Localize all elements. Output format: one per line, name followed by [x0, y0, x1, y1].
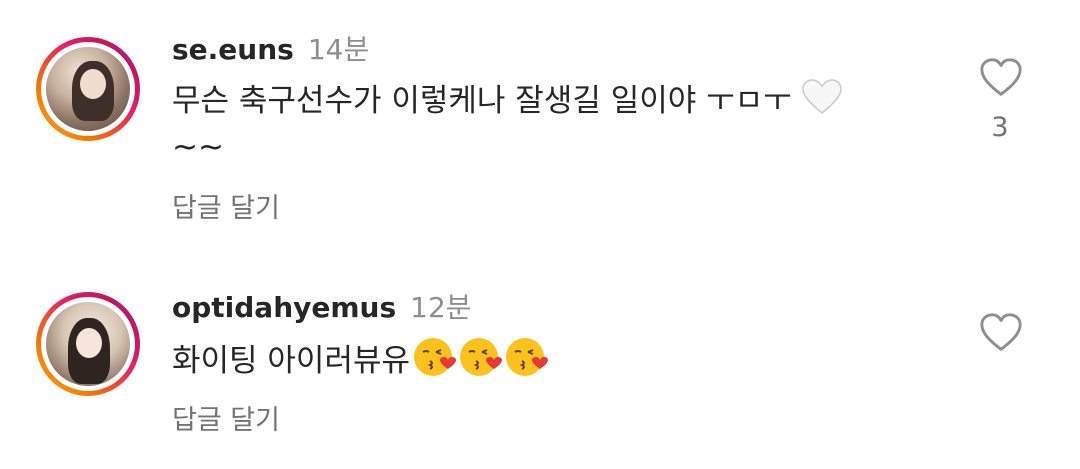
- avatar: [46, 302, 130, 386]
- kissing-heart-face-icon: [460, 338, 503, 376]
- username-link[interactable]: se.euns: [172, 33, 294, 66]
- comment-item: se.euns 14분 무슨 축구선수가 이렇케나 잘생길 일이야 ㅜㅁㅜ ~~ …: [0, 0, 1080, 250]
- comment-text-body: 화이팅 아이러뷰유: [172, 343, 411, 379]
- comment-time: 14분: [307, 33, 370, 66]
- reply-button[interactable]: 답글 달기: [172, 398, 280, 437]
- comment-header: optidahyemus 12분: [172, 286, 472, 326]
- like-count: 3: [991, 112, 1009, 143]
- avatar-ring-gap: [41, 297, 135, 391]
- white-heart-icon: [801, 79, 842, 114]
- kissing-heart-face-icon: [414, 338, 457, 376]
- avatar-story-ring[interactable]: [36, 37, 140, 141]
- heart-icon[interactable]: [978, 310, 1024, 356]
- comment-header: se.euns 14분: [172, 28, 369, 68]
- avatar-ring-gap: [41, 42, 135, 136]
- comment-time: 12분: [410, 291, 472, 324]
- avatar-face: [76, 328, 102, 358]
- avatar-story-ring[interactable]: [36, 292, 140, 396]
- comment-item: optidahyemus 12분 화이팅 아이러뷰유 답글 달기: [0, 262, 1080, 469]
- comment-text-body: 무슨 축구선수가 이렇케나 잘생길 일이야 ㅜㅁㅜ: [172, 83, 802, 119]
- kissing-heart-face-icon: [506, 338, 549, 376]
- heart-icon[interactable]: [978, 55, 1024, 101]
- comment-text: 무슨 축구선수가 이렇케나 잘생길 일이야 ㅜㅁㅜ ~~: [172, 78, 942, 170]
- username-link[interactable]: optidahyemus: [172, 291, 396, 324]
- comment-text-continued: ~~: [172, 129, 224, 165]
- comment-text: 화이팅 아이러뷰유: [172, 335, 942, 384]
- reply-button[interactable]: 답글 달기: [172, 186, 280, 225]
- avatar: [46, 47, 130, 131]
- avatar-face: [80, 69, 106, 99]
